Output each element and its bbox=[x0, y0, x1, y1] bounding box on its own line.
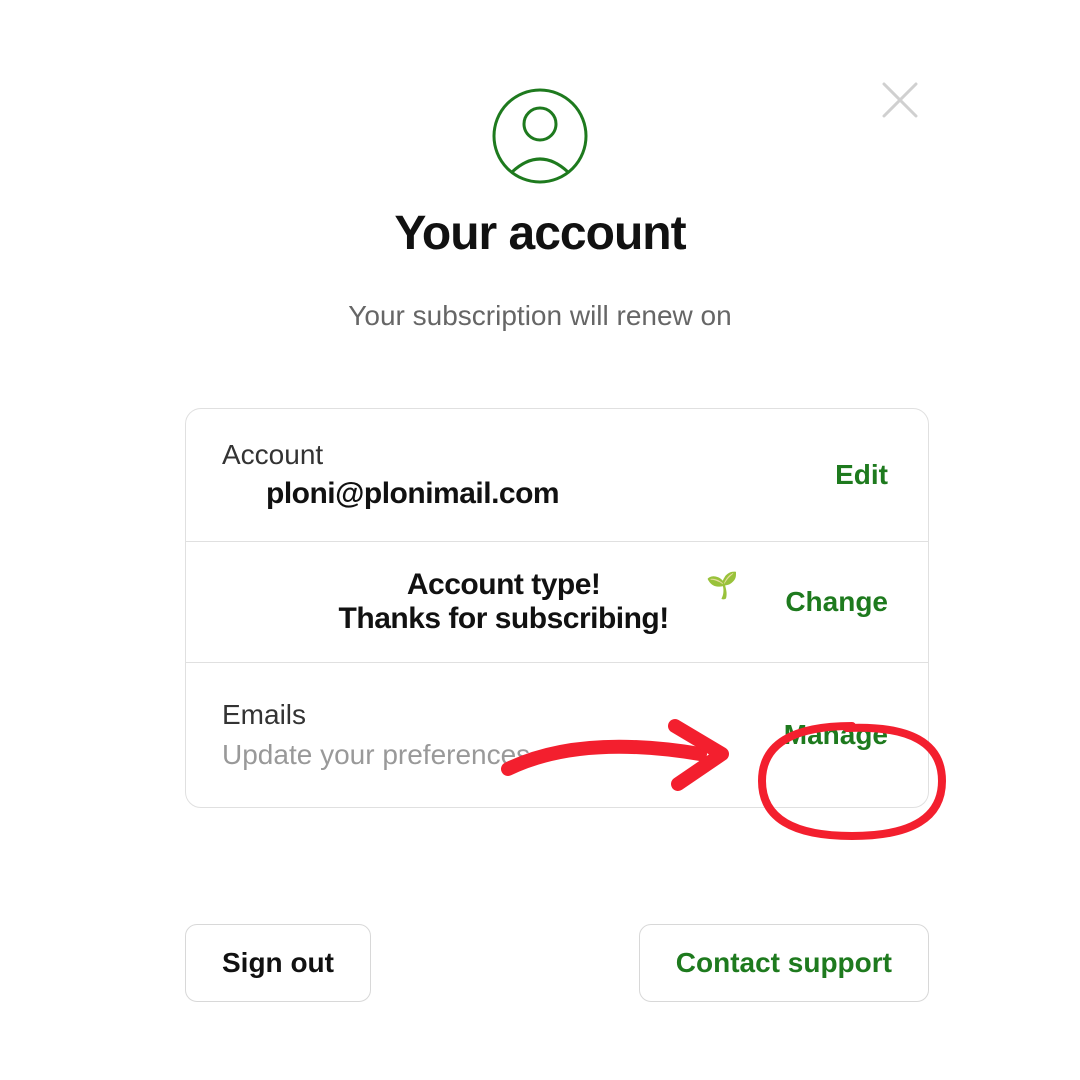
footer-actions: Sign out Contact support bbox=[185, 924, 929, 1002]
emails-label: Emails bbox=[222, 699, 530, 731]
avatar-icon bbox=[492, 88, 588, 184]
account-info: Account ploni@plonimail.com bbox=[222, 439, 559, 511]
plan-info: Account type! Thanks for subscribing! bbox=[222, 568, 785, 636]
account-email: ploni@plonimail.com bbox=[266, 477, 559, 511]
account-label: Account bbox=[222, 439, 559, 471]
plan-thanks-label: Thanks for subscribing! bbox=[222, 602, 785, 636]
close-button[interactable] bbox=[880, 80, 920, 120]
plan-type-label: Account type! bbox=[222, 568, 785, 602]
contact-support-button[interactable]: Contact support bbox=[639, 924, 929, 1002]
page-subtitle: Your subscription will renew on bbox=[348, 300, 731, 332]
page-title: Your account bbox=[394, 206, 685, 261]
manage-button[interactable]: Manage bbox=[784, 719, 888, 751]
edit-button[interactable]: Edit bbox=[835, 459, 888, 491]
account-card: Account ploni@plonimail.com Edit Account… bbox=[185, 408, 929, 808]
sign-out-button[interactable]: Sign out bbox=[185, 924, 371, 1002]
emails-info: Emails Update your preferences bbox=[222, 699, 530, 771]
plan-row: Account type! Thanks for subscribing! 🌱 … bbox=[186, 542, 928, 663]
emails-row: Emails Update your preferences Manage bbox=[186, 663, 928, 807]
account-row: Account ploni@plonimail.com Edit bbox=[186, 409, 928, 542]
seedling-icon: 🌱 bbox=[706, 570, 738, 601]
close-icon bbox=[880, 80, 920, 120]
emails-subtext: Update your preferences bbox=[222, 739, 530, 771]
change-button[interactable]: Change bbox=[785, 586, 888, 618]
